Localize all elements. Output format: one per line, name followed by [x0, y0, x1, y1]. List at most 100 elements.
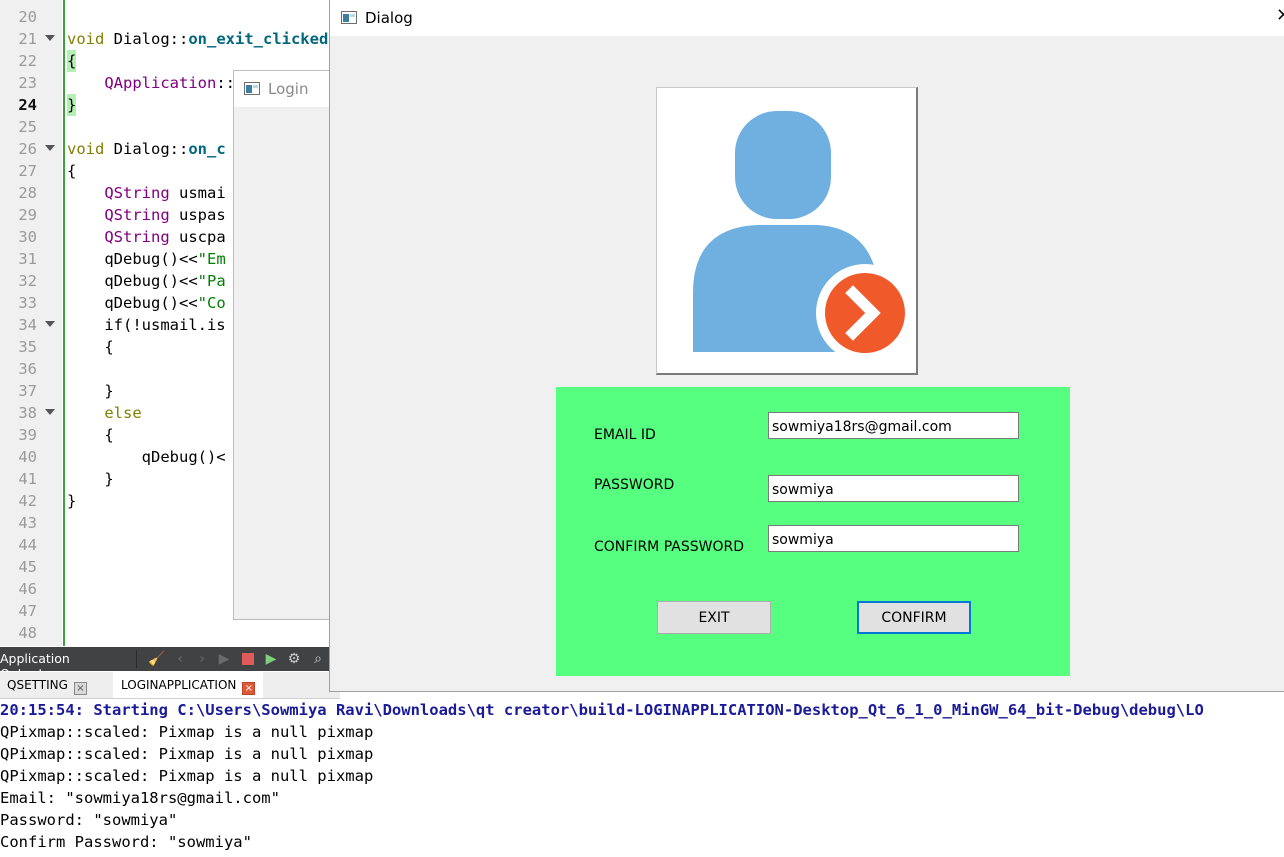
line-number: 29 [18, 206, 37, 224]
code-text: qDebug()< [67, 448, 226, 466]
tab-label: QSETTING [7, 678, 68, 692]
output-line: QPixmap::scaled: Pixmap is a null pixmap [0, 723, 374, 741]
email-label: EMAIL ID [594, 427, 656, 443]
run-icon[interactable]: ▶ [216, 651, 232, 667]
application-output-text[interactable]: 20:15:54: Starting C:\Users\Sowmiya Ravi… [0, 699, 1284, 857]
line-number: 39 [18, 426, 37, 444]
code-text: else [104, 404, 142, 422]
line-number: 45 [18, 558, 37, 576]
exit-button[interactable]: EXIT [657, 601, 771, 634]
code-text: } [67, 382, 114, 400]
line-number: 33 [18, 294, 37, 312]
search-icon[interactable]: ⌕ [310, 651, 326, 667]
code-line: 21 void Dialog::on_exit_clicked() [0, 28, 340, 50]
output-toolbar: Application Output 🧹 ‹ › ▶ ▶ ⚙ ⌕ [0, 647, 340, 681]
code-text: } [67, 94, 77, 116]
line-number: 37 [18, 382, 37, 400]
app-window-icon [244, 82, 260, 95]
output-line: Email: "sowmiya18rs@gmail.com" [0, 789, 280, 807]
login-window-title: Login [268, 80, 309, 98]
debug-run-icon[interactable]: ▶ [263, 651, 279, 667]
line-number: 20 [18, 8, 37, 26]
line-number: 30 [18, 228, 37, 246]
code-text: { [67, 50, 77, 72]
code-text: QString uscpa [104, 228, 226, 246]
next-item-icon[interactable]: › [194, 651, 210, 667]
line-number: 21 [18, 30, 37, 48]
confirm-password-label: CONFIRM PASSWORD [594, 539, 744, 555]
line-number: 42 [18, 492, 37, 510]
tab-qsetting[interactable]: QSETTING × [0, 672, 113, 698]
dialog-window[interactable]: Dialog ✕ EMAIL ID PASSWORD CONFIRM PASSW… [329, 0, 1284, 692]
stop-icon[interactable] [240, 651, 256, 667]
fold-arrow-icon[interactable] [45, 321, 55, 327]
user-login-icon [693, 111, 914, 362]
line-number: 38 [18, 404, 37, 422]
code-text: qDebug()<<"Pa [67, 272, 226, 290]
code-text: qDebug()<<"Em [67, 250, 226, 268]
line-number: 48 [18, 624, 37, 642]
code-text: QString usmai [104, 184, 226, 202]
line-number: 46 [18, 580, 37, 598]
code-line: 20 [0, 6, 340, 28]
line-number: 23 [18, 74, 37, 92]
code-text: void Dialog::on_c [67, 140, 226, 158]
line-number: 40 [18, 448, 37, 466]
output-tabs: QSETTING × LOGINAPPLICATION × [0, 672, 340, 699]
code-text: if(!usmail.is [67, 316, 226, 334]
line-number: 24 [18, 96, 37, 114]
fold-arrow-icon[interactable] [45, 145, 55, 151]
line-number: 25 [18, 118, 37, 136]
output-line: QPixmap::scaled: Pixmap is a null pixmap [0, 767, 374, 785]
code-text: QString uspas [104, 206, 226, 224]
tab-label: LOGINAPPLICATION [121, 678, 237, 692]
confirm-button[interactable]: CONFIRM [857, 601, 971, 634]
tab-loginapplication[interactable]: LOGINAPPLICATION × [113, 672, 263, 698]
login-form-panel: EMAIL ID PASSWORD CONFIRM PASSWORD EXIT … [556, 387, 1070, 676]
clear-output-icon[interactable]: 🧹 [148, 651, 165, 667]
line-number: 41 [18, 470, 37, 488]
dialog-title-bar[interactable]: Dialog ✕ [330, 0, 1284, 36]
fold-arrow-icon[interactable] [45, 409, 55, 415]
output-line: Password: "sowmiya" [0, 811, 178, 829]
fold-arrow-icon[interactable] [45, 35, 55, 41]
output-line: 20:15:54: Starting C:\Users\Sowmiya Ravi… [0, 701, 1204, 719]
line-number: 35 [18, 338, 37, 356]
line-number: 22 [18, 52, 37, 70]
code-text: { [67, 162, 77, 180]
line-number: 27 [18, 162, 37, 180]
dialog-window-title: Dialog [365, 9, 413, 27]
line-number: 36 [18, 360, 37, 378]
code-line: 48 [0, 622, 340, 644]
email-field[interactable] [768, 412, 1019, 439]
output-line: Confirm Password: "sowmiya" [0, 833, 252, 851]
line-number: 43 [18, 514, 37, 532]
password-field[interactable] [768, 475, 1019, 502]
gear-icon[interactable]: ⚙ [286, 651, 302, 667]
code-text: { [67, 338, 114, 356]
line-number: 47 [18, 602, 37, 620]
close-icon[interactable]: × [242, 682, 256, 695]
code-text: { [67, 426, 114, 444]
previous-item-icon[interactable]: ‹ [172, 651, 188, 667]
login-title-bar[interactable]: Login [234, 71, 344, 107]
toolbar-separator [136, 650, 137, 668]
user-login-image [656, 87, 918, 375]
line-number: 32 [18, 272, 37, 290]
code-text: } [67, 470, 114, 488]
line-number: 34 [18, 316, 37, 334]
confirm-password-field[interactable] [768, 525, 1019, 552]
code-text: qDebug()<<"Co [67, 294, 226, 312]
line-number: 28 [18, 184, 37, 202]
output-line: QPixmap::scaled: Pixmap is a null pixmap [0, 745, 374, 763]
line-number: 31 [18, 250, 37, 268]
code-text: void Dialog::on_exit_clicked() [67, 30, 340, 48]
line-number: 44 [18, 536, 37, 554]
line-number: 26 [18, 140, 37, 158]
code-line: 22 { [0, 50, 340, 72]
close-icon[interactable]: ✕ [1276, 6, 1284, 26]
code-text: } [67, 492, 77, 510]
password-label: PASSWORD [594, 477, 675, 493]
close-icon[interactable]: × [73, 682, 87, 695]
app-window-icon [341, 11, 357, 24]
